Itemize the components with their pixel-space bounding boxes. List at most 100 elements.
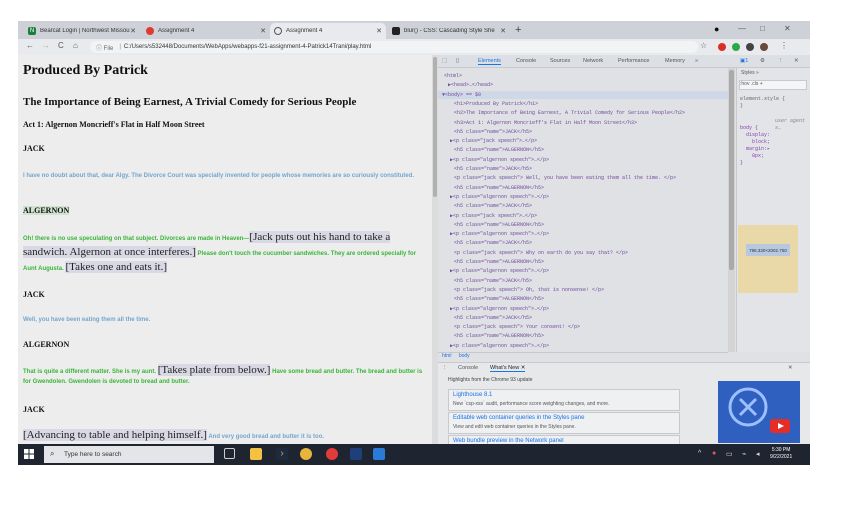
dom-node-line[interactable]: <h5 class="name">ALGERNON</h5> — [454, 184, 544, 193]
home-button[interactable]: ⌂ — [73, 41, 78, 50]
tray-chevron-icon[interactable]: ^ — [698, 450, 701, 457]
tab-sources[interactable]: Sources — [550, 58, 570, 64]
new-tab-button[interactable]: + — [515, 24, 521, 36]
dom-node-line[interactable]: <h5 class="name">JACK</h5> — [454, 165, 532, 174]
dom-node-line[interactable]: <h5 class="name">JACK</h5> — [454, 239, 532, 248]
close-icon[interactable]: ✕ — [260, 27, 266, 35]
tray-app-icon[interactable]: ● — [712, 450, 716, 457]
dom-node-line[interactable]: <h5 class="name">ALGERNON</h5> — [454, 146, 544, 155]
back-button[interactable]: ← — [26, 41, 34, 50]
dom-node-line[interactable]: ▶<p class="algernon speech">…</p> — [450, 305, 549, 314]
tab-network[interactable]: Network — [583, 58, 603, 64]
dom-node-line[interactable]: ▶<p class="jack speech">…</p> — [450, 212, 537, 221]
tab-elements[interactable]: Elements — [478, 58, 501, 65]
styles-filter-input[interactable]: :hov .cls + — [739, 80, 807, 90]
drawer-menu-icon[interactable]: ⋮ — [442, 365, 448, 371]
dom-node-line[interactable]: <p class="jack speech"> Why on earth do … — [454, 249, 628, 258]
reload-button[interactable]: C — [58, 41, 64, 50]
scrollbar-thumb[interactable] — [729, 70, 734, 270]
opera-icon[interactable] — [326, 448, 338, 460]
breadcrumb-body[interactable]: body — [459, 353, 470, 359]
vscode-icon[interactable] — [373, 448, 385, 460]
breadcrumb-html[interactable]: html — [442, 353, 451, 359]
card-title[interactable]: Lighthouse 8.1 — [453, 392, 492, 398]
dom-node-line[interactable]: ▼<body> == $0 — [438, 90, 732, 100]
address-bar[interactable]: ⓘ File | C:/Users/s532448/Documents/WebA… — [90, 41, 698, 53]
dom-tree[interactable]: <html> ▶<head>…</head> ▼<body> == $0 <h1>Pr… — [438, 68, 732, 352]
github-desktop-icon[interactable] — [350, 448, 362, 460]
tab-assignment-4-active[interactable]: Assignment 4 ✕ — [270, 23, 386, 39]
dom-node-line[interactable]: ▶<p class="algernon speech">…</p> — [450, 230, 549, 239]
dom-node-line[interactable]: ▶<p class="algernon speech">…</p> — [450, 156, 549, 165]
tab-mdn-blur[interactable]: blur() - CSS: Cascading Style She ✕ — [388, 23, 510, 39]
whats-new-card[interactable]: Editable web container queries in the St… — [448, 412, 680, 434]
inspect-element-icon[interactable]: ⬚ — [442, 58, 447, 64]
extension-green-icon[interactable] — [732, 43, 740, 51]
profile-indicator-icon[interactable]: ● — [714, 24, 719, 34]
dom-node-line[interactable]: ▶<p class="algernon speech">…</p> — [450, 193, 549, 202]
chrome-icon[interactable] — [300, 448, 312, 460]
device-toolbar-icon[interactable]: ▯ — [456, 58, 459, 64]
tab-bearcat-login[interactable]: N Bearcat Login | Northwest Missou ✕ — [24, 23, 140, 39]
tab-console[interactable]: Console — [516, 58, 536, 64]
windows-start-icon[interactable] — [24, 449, 34, 459]
dom-node-line[interactable]: ▶<head>…</head> — [448, 81, 493, 90]
dom-node-line[interactable]: <h5 class="name">ALGERNON</h5> — [454, 332, 544, 341]
settings-gear-icon[interactable]: ⚙ — [760, 58, 765, 64]
tab-performance[interactable]: Performance — [618, 58, 650, 64]
battery-icon[interactable]: ▭ — [726, 450, 733, 458]
drawer-tab-console[interactable]: Console — [458, 365, 478, 371]
bookmark-star-icon[interactable]: ☆ — [700, 41, 707, 50]
filter-options[interactable]: :hov .cls + — [740, 81, 763, 87]
drawer-tab-whats-new[interactable]: What's New ✕ — [490, 365, 526, 372]
taskbar-clock[interactable]: 5:30 PM 9/22/2021 — [770, 447, 792, 461]
dom-node-line[interactable]: <p class="jack speech"> Well, you have b… — [454, 174, 676, 183]
forward-button[interactable]: → — [42, 41, 50, 50]
dom-node-line[interactable]: ▶<p class="algernon speech">…</p> — [450, 342, 549, 351]
taskbar-search-input[interactable]: ⌕ Type here to search — [44, 446, 214, 463]
window-close-button[interactable]: ✕ — [784, 24, 791, 33]
close-icon[interactable]: ✕ — [130, 27, 136, 35]
whats-new-card[interactable]: Web bundle preview in the Network panel — [448, 435, 680, 444]
dom-tree-scrollbar[interactable] — [728, 68, 735, 352]
dom-node-line[interactable]: ▶<p class="jack speech">…</p> — [450, 137, 537, 146]
devtools-close-icon[interactable]: ✕ — [794, 58, 799, 64]
message-count-icon[interactable]: ▣1 — [740, 58, 748, 64]
dom-node-line[interactable]: <h5 class="name">ALGERNON</h5> — [454, 221, 544, 230]
dom-node-line[interactable]: <p class="jack speech"> Your consent! </… — [454, 323, 580, 332]
file-explorer-icon[interactable] — [250, 448, 262, 460]
dom-node-line[interactable]: <h5 class="name">JACK</h5> — [454, 128, 532, 137]
maximize-button[interactable]: □ — [760, 24, 765, 33]
dom-node-line[interactable]: <h5 class="name">JACK</h5> — [454, 202, 532, 211]
avatar[interactable] — [760, 43, 768, 51]
whats-new-card[interactable]: Lighthouse 8.1 New `csp-xss` audit, perf… — [448, 389, 680, 411]
close-icon[interactable]: ✕ — [500, 27, 506, 35]
dom-node-line[interactable]: <h5 class="name">ALGERNON</h5> — [454, 295, 544, 304]
styles-tabs[interactable]: Styles » — [741, 70, 759, 76]
dom-node-line[interactable]: <h3>Act 1: Algernon Moncrieff's Flat in … — [454, 119, 637, 128]
dom-node-line[interactable]: <h1>Produced By Patrick</h1> — [454, 100, 538, 109]
tab-assignment-4-canvas[interactable]: Assignment 4 ✕ — [142, 23, 270, 39]
tab-memory[interactable]: Memory — [665, 58, 685, 64]
dom-node-line[interactable]: <h2>The Importance of Being Earnest, A T… — [454, 109, 685, 118]
drawer-close-icon[interactable]: ✕ — [788, 365, 793, 371]
dom-node-line[interactable]: <html> — [444, 72, 462, 81]
powershell-icon[interactable]: › — [276, 448, 288, 460]
dom-node-line[interactable]: <h5 class="name">JACK</h5> — [454, 314, 532, 323]
extension-adblock-icon[interactable] — [718, 43, 726, 51]
devtools-menu-icon[interactable]: ⋮ — [778, 58, 784, 64]
dom-node-line[interactable]: ▶<p class="algernon speech">…</p> — [450, 267, 549, 276]
menu-dots-icon[interactable]: ⋮ — [780, 41, 788, 50]
extensions-puzzle-icon[interactable] — [746, 43, 754, 51]
volume-icon[interactable]: ◂ — [756, 450, 760, 458]
network-icon[interactable]: ⌁ — [742, 450, 746, 458]
dom-node-line[interactable]: <h5 class="name">JACK</h5> — [454, 277, 532, 286]
close-icon[interactable]: ✕ — [376, 27, 382, 35]
dom-node-line[interactable]: <p class="jack speech"> Oh, that is nons… — [454, 286, 604, 295]
youtube-play-icon[interactable] — [770, 419, 790, 433]
card-title[interactable]: Editable web container queries in the St… — [453, 415, 584, 421]
scrollbar-thumb[interactable] — [433, 57, 437, 197]
dom-node-line[interactable]: <h5 class="name">ALGERNON</h5> — [454, 258, 544, 267]
whats-new-video-thumbnail[interactable] — [718, 381, 800, 443]
more-tabs-button[interactable]: » — [695, 58, 698, 64]
